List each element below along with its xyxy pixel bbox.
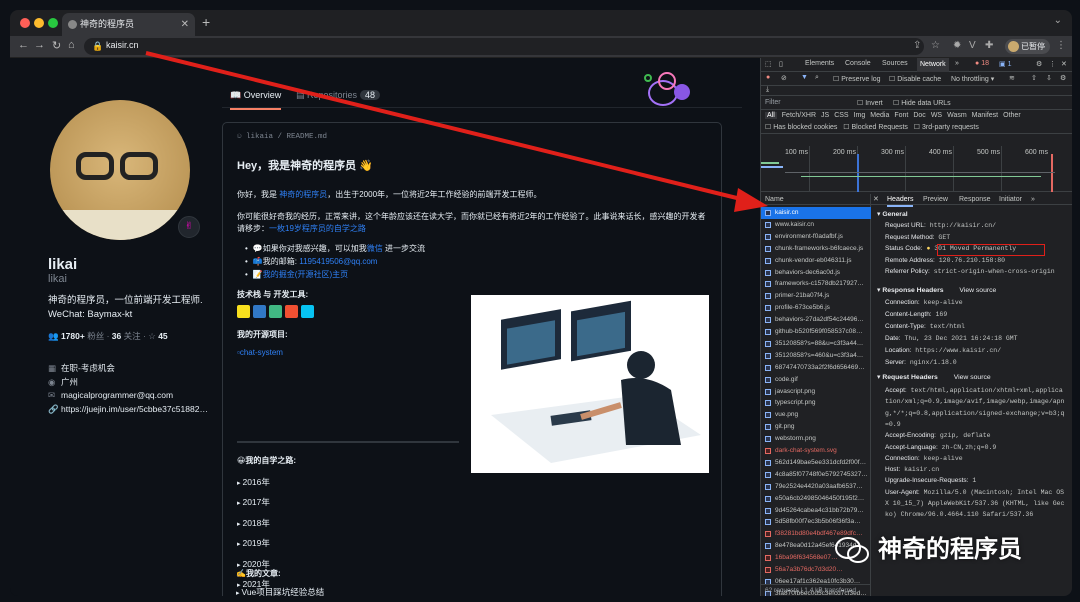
arrow-line xyxy=(145,51,746,202)
watermark: 神奇的程序员 xyxy=(834,530,1022,570)
arrow-head xyxy=(734,188,768,212)
annotation-arrow xyxy=(145,51,768,212)
watermark-text: 神奇的程序员 xyxy=(878,536,1022,563)
wechat-logo-icon xyxy=(835,537,869,563)
